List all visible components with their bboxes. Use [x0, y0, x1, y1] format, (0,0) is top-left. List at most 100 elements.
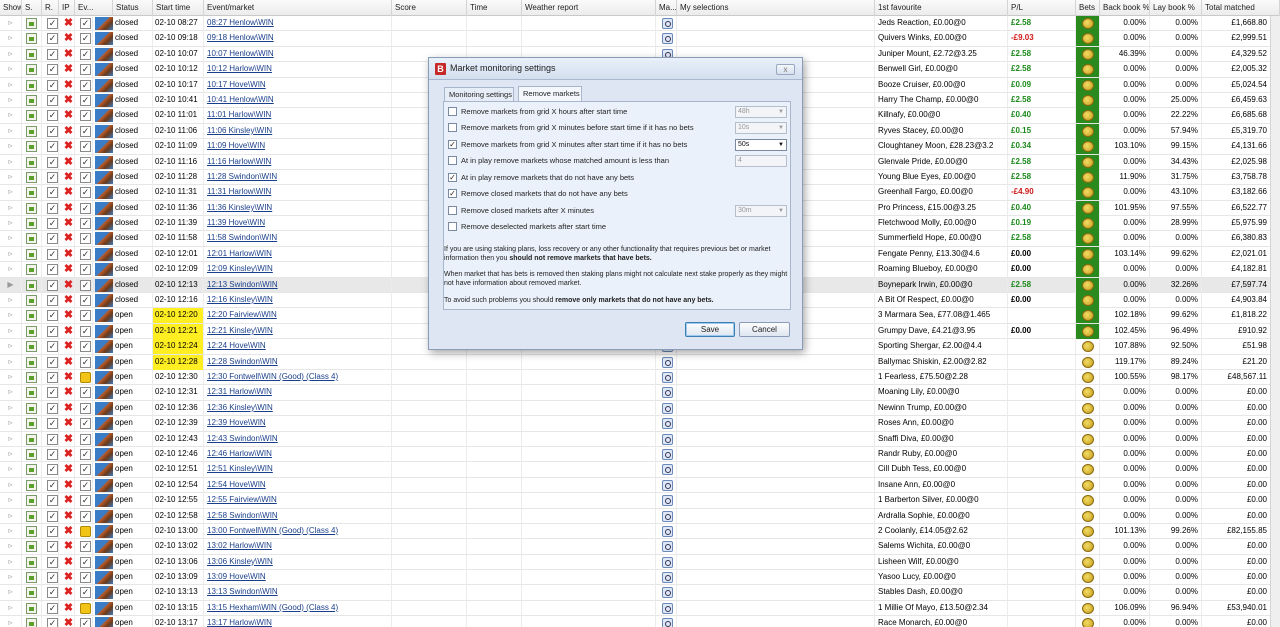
delete-icon[interactable]: ✖: [63, 356, 74, 368]
checkbox-icon[interactable]: ✓: [47, 341, 58, 353]
event-link[interactable]: 12:28 Swindon\WIN: [204, 354, 392, 370]
tab-remove-markets[interactable]: Remove markets: [518, 86, 582, 101]
search-icon[interactable]: [662, 495, 673, 507]
expand-arrow-icon[interactable]: ▹: [8, 495, 12, 504]
coin-icon[interactable]: [1082, 279, 1094, 291]
delete-icon[interactable]: ✖: [63, 171, 74, 183]
event-link[interactable]: 11:01 Harlow\WIN: [204, 108, 392, 124]
checkbox-icon[interactable]: ✓: [80, 18, 91, 29]
spreadsheet-icon[interactable]: [26, 48, 37, 60]
delete-icon[interactable]: ✖: [63, 263, 74, 275]
coin-icon[interactable]: [1082, 525, 1094, 537]
expand-arrow-icon[interactable]: ▹: [8, 33, 12, 42]
checkbox-icon[interactable]: ✓: [47, 602, 58, 614]
checkbox-icon[interactable]: ✓: [80, 202, 91, 214]
option-checkbox[interactable]: [448, 123, 457, 132]
expand-toggle[interactable]: ▹: [0, 293, 22, 309]
table-row[interactable]: ▹ open 02-10 12:51 12:51 Kinsley\WIN Cill Du…: [0, 462, 1280, 478]
checkbox-icon[interactable]: ✓: [80, 233, 91, 245]
col-1st-favourite[interactable]: 1st favourite: [875, 0, 1008, 16]
expand-toggle[interactable]: ▹: [0, 246, 22, 262]
expand-toggle[interactable]: ▹: [0, 108, 22, 124]
col-back-book[interactable]: Back book %: [1100, 0, 1150, 16]
expand-toggle[interactable]: ▹: [0, 400, 22, 416]
coin-icon[interactable]: [1082, 433, 1094, 445]
spreadsheet-icon[interactable]: [26, 18, 37, 29]
checkbox-icon[interactable]: ✓: [47, 18, 58, 29]
event-link[interactable]: 11:28 Swindon\WIN: [204, 169, 392, 185]
expand-arrow-icon[interactable]: ▹: [8, 526, 12, 535]
checkbox-icon[interactable]: ✓: [80, 110, 91, 122]
checkbox-icon[interactable]: ✓: [47, 264, 58, 276]
search-icon[interactable]: [662, 387, 673, 399]
delete-icon[interactable]: ✖: [63, 232, 74, 244]
table-row[interactable]: ▹ open 02-10 13:06 13:06 Kinsley\WIN Lisheen…: [0, 554, 1280, 571]
spreadsheet-icon[interactable]: [26, 141, 37, 153]
event-link[interactable]: 12:51 Kinsley\WIN: [204, 462, 392, 478]
checkbox-icon[interactable]: ✓: [47, 233, 58, 245]
table-row[interactable]: ▹ open 02-10 12:36 12:36 Kinsley\WIN Newinn …: [0, 400, 1280, 417]
checkbox-icon[interactable]: ✓: [47, 618, 58, 627]
delete-icon[interactable]: ✖: [63, 279, 74, 291]
checkbox-icon[interactable]: ✓: [80, 356, 91, 368]
option-checkbox[interactable]: ✓: [448, 140, 457, 149]
delete-icon[interactable]: ✖: [63, 17, 74, 29]
expand-arrow-icon[interactable]: ▹: [8, 126, 12, 135]
expand-toggle[interactable]: ▹: [0, 416, 22, 432]
checkbox-icon[interactable]: ✓: [80, 341, 91, 353]
event-link[interactable]: 11:31 Harlow\WIN: [204, 185, 392, 201]
dialog-titlebar[interactable]: B Market monitoring settings x: [429, 58, 802, 80]
search-icon[interactable]: [662, 356, 673, 368]
col-my-selections[interactable]: My selections: [677, 0, 875, 16]
spreadsheet-icon[interactable]: [26, 94, 37, 106]
delete-icon[interactable]: ✖: [63, 248, 74, 260]
expand-arrow-icon[interactable]: ▹: [8, 49, 12, 58]
delete-icon[interactable]: ✖: [63, 617, 74, 627]
event-link[interactable]: 09:18 Henlow\WIN: [204, 31, 392, 47]
spreadsheet-icon[interactable]: [26, 356, 37, 368]
checkbox-icon[interactable]: ✓: [47, 141, 58, 153]
coin-icon[interactable]: [1082, 618, 1094, 627]
checkbox-icon[interactable]: ✓: [80, 218, 91, 230]
expand-arrow-icon[interactable]: ▹: [8, 326, 12, 335]
checkbox-icon[interactable]: ✓: [80, 141, 91, 153]
expand-arrow-icon[interactable]: ▹: [8, 464, 12, 473]
coin-icon[interactable]: [1082, 448, 1094, 460]
checkbox-icon[interactable]: ✓: [47, 387, 58, 399]
expand-toggle[interactable]: ▹: [0, 31, 22, 47]
spreadsheet-icon[interactable]: [26, 218, 37, 230]
checkbox-icon[interactable]: ✓: [47, 356, 58, 368]
coin-icon[interactable]: [1082, 48, 1094, 60]
expand-toggle[interactable]: ▹: [0, 523, 22, 539]
checkbox-icon[interactable]: ✓: [47, 325, 58, 337]
delete-icon[interactable]: ✖: [63, 217, 74, 229]
search-icon[interactable]: [662, 18, 673, 29]
search-icon[interactable]: [662, 371, 673, 383]
delete-icon[interactable]: ✖: [63, 32, 74, 44]
delete-icon[interactable]: ✖: [63, 433, 74, 445]
coin-icon[interactable]: [1082, 602, 1094, 614]
event-link[interactable]: 13:13 Swindon\WIN: [204, 585, 392, 601]
chevron-down-icon[interactable]: ▼: [776, 123, 786, 133]
delete-icon[interactable]: ✖: [63, 202, 74, 214]
event-link[interactable]: 13:00 Fontwell\WIN (Good) (Class 4): [204, 523, 392, 539]
spreadsheet-icon[interactable]: [26, 618, 37, 627]
checkbox-icon[interactable]: ✓: [47, 495, 58, 507]
checkbox-icon[interactable]: ✓: [47, 48, 58, 60]
col-status[interactable]: Status: [113, 0, 153, 16]
expand-toggle[interactable]: ▹: [0, 554, 22, 570]
spreadsheet-icon[interactable]: [26, 433, 37, 445]
coin-icon[interactable]: [1082, 572, 1094, 584]
col-ev[interactable]: Ev...: [75, 0, 113, 16]
delete-icon[interactable]: ✖: [63, 186, 74, 198]
checkbox-icon[interactable]: ✓: [47, 433, 58, 445]
delete-icon[interactable]: ✖: [63, 94, 74, 106]
expand-arrow-icon[interactable]: ▹: [8, 157, 12, 166]
expand-toggle[interactable]: ▹: [0, 508, 22, 524]
save-button[interactable]: Save: [685, 322, 735, 337]
spreadsheet-icon[interactable]: [26, 279, 37, 291]
spreadsheet-icon[interactable]: [26, 402, 37, 414]
event-link[interactable]: 11:09 Hove\WIN: [204, 139, 392, 155]
expand-toggle[interactable]: ▹: [0, 139, 22, 155]
delete-icon[interactable]: ✖: [63, 125, 74, 137]
